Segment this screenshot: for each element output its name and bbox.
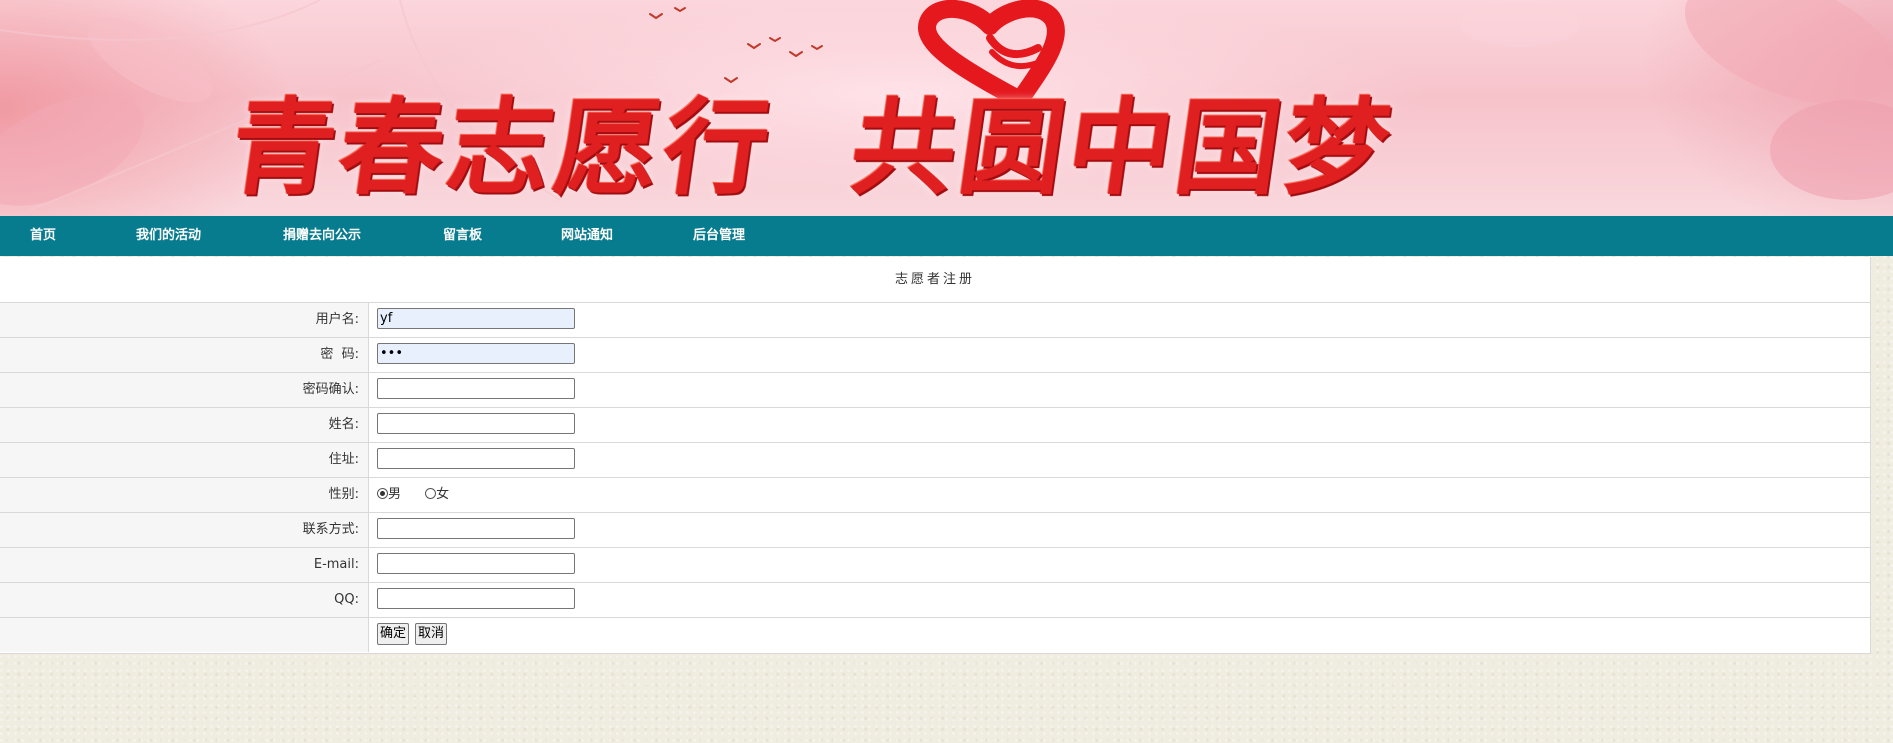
nav-item-notices[interactable]: 网站通知 [561, 216, 613, 256]
contact-label: 联系方式: [302, 522, 359, 537]
confirm-button[interactable]: 确定 [377, 623, 410, 645]
form-row-username: 用户名: [0, 303, 1870, 338]
label-cell: 联系方式: [0, 513, 369, 547]
form-row-qq: QQ: [0, 583, 1870, 618]
form-row-actions: 确定 取消 [0, 618, 1870, 652]
address-label: 住址: [328, 452, 359, 467]
gender-radio-male[interactable] [377, 488, 388, 499]
contact-field[interactable] [377, 518, 575, 539]
nav-item-home[interactable]: 首页 [30, 216, 56, 256]
nav-item-guestbook[interactable]: 留言板 [443, 216, 482, 256]
password-confirm-label: 密码确认: [302, 382, 359, 397]
label-cell: 用户名: [0, 303, 369, 337]
label-cell: QQ: [0, 583, 369, 617]
label-cell [0, 618, 369, 652]
label-cell: E-mail: [0, 548, 369, 582]
nav-item-activities[interactable]: 我们的活动 [136, 216, 201, 256]
nav-item-donations[interactable]: 捐赠去向公示 [283, 216, 361, 256]
name-field[interactable] [377, 413, 575, 434]
gender-radio-group: 男 女 [377, 478, 449, 512]
name-label: 姓名: [328, 417, 359, 432]
form-row-name: 姓名: [0, 408, 1870, 443]
form-row-contact: 联系方式: [0, 513, 1870, 548]
form-row-password: 密 码: [0, 338, 1870, 373]
email-label: E-mail: [313, 557, 359, 572]
registration-form: 志愿者注册 用户名: 密 码: 密码确认: 姓名: 住址: 性别: [0, 257, 1871, 654]
address-field[interactable] [377, 448, 575, 469]
form-row-password-confirm: 密码确认: [0, 373, 1870, 408]
nav-item-admin[interactable]: 后台管理 [693, 216, 745, 256]
password-field[interactable] [377, 343, 575, 364]
form-row-gender: 性别: 男 女 [0, 478, 1870, 513]
banner-slogan: 青春志愿行 共圆中国梦 [223, 86, 1402, 209]
site-banner: 青春志愿行 共圆中国梦 [0, 0, 1893, 216]
email-field[interactable] [377, 553, 575, 574]
form-row-address: 住址: [0, 443, 1870, 478]
password-confirm-field[interactable] [377, 378, 575, 399]
label-cell: 性别: [0, 478, 369, 512]
label-cell: 密码确认: [0, 373, 369, 407]
gender-label: 性别: [328, 487, 359, 502]
password-label: 密 码: [320, 347, 359, 362]
cancel-button[interactable]: 取消 [415, 623, 448, 645]
label-cell: 住址: [0, 443, 369, 477]
main-nav-bar: 首页 我们的活动 捐赠去向公示 留言板 网站通知 后台管理 [0, 216, 1893, 256]
username-label: 用户名: [315, 312, 359, 327]
qq-field[interactable] [377, 588, 575, 609]
username-field[interactable] [377, 308, 575, 329]
form-title: 志愿者注册 [0, 257, 1870, 303]
label-cell: 姓名: [0, 408, 369, 442]
label-cell: 密 码: [0, 338, 369, 372]
qq-label: QQ: [334, 592, 359, 607]
gender-option-male: 男 [388, 487, 402, 502]
flying-birds-icon [649, 7, 823, 84]
form-row-email: E-mail: [0, 548, 1870, 583]
gender-option-female: 女 [436, 487, 450, 502]
gender-radio-female[interactable] [425, 488, 437, 499]
